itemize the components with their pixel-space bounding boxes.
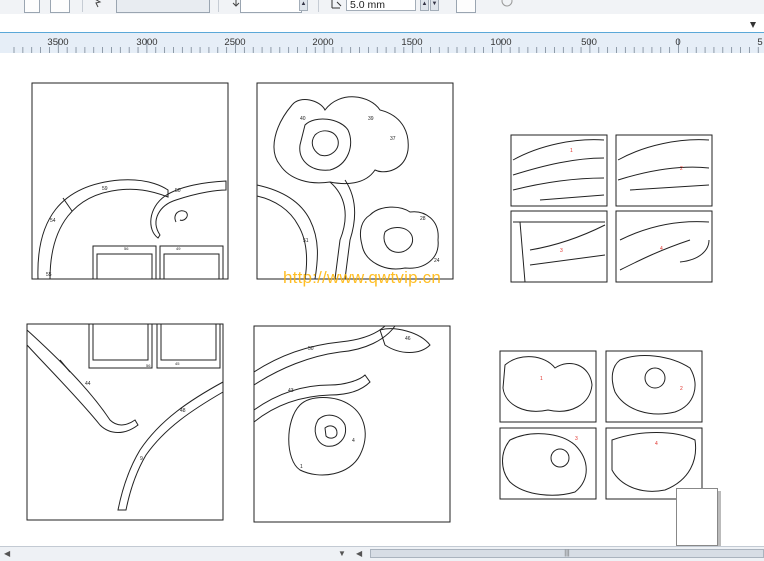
part-label: 49: [176, 246, 181, 251]
thumb-label: 1: [540, 376, 543, 382]
pointer-icon[interactable]: [90, 0, 108, 11]
thumb-label: 2: [680, 166, 683, 172]
ruler-label: 2000: [312, 37, 334, 48]
ruler-label: 1000: [490, 37, 512, 48]
duplicate-distance-button[interactable]: [456, 0, 476, 13]
part-label: 24: [434, 258, 440, 264]
thumb-label: 4: [655, 441, 658, 447]
part-label: 37: [390, 136, 396, 142]
ruler-label: 500: [581, 37, 597, 48]
scroll-left-icon[interactable]: ◀: [356, 549, 362, 558]
drawing-canvas[interactable]: 59 50 54 55 56 49 40 39 37 51 28 24 44 4…: [0, 53, 764, 546]
part-label: 51: [303, 238, 309, 244]
property-bar: ▲ 5.0 mm ▲ ▼: [0, 0, 764, 15]
page-icon-button[interactable]: [24, 0, 40, 13]
ruler-label: 3000: [136, 37, 158, 48]
page-thumbnail[interactable]: [676, 488, 718, 546]
nudge-distance-input[interactable]: 5.0 mm: [346, 0, 416, 11]
ruler-label: 3500: [47, 37, 69, 48]
thumb-label: 3: [575, 436, 578, 442]
pattern-panel-vine[interactable]: 44 48 56 45 9: [26, 323, 224, 521]
ruler-ticks: [13, 39, 759, 53]
thumb-label: 1: [570, 148, 573, 154]
scrollbar-thumb[interactable]: |||: [370, 549, 764, 558]
part-label: 56: [124, 246, 129, 251]
grid-icon-button[interactable]: [50, 0, 70, 13]
scroll-left-icon[interactable]: ◀: [4, 549, 10, 558]
watermark-text: http://www.qwtvip.cn: [283, 268, 442, 287]
part-label: 55: [46, 272, 52, 278]
pattern-panel-rose-large[interactable]: 40 39 37 51 28 24: [256, 82, 454, 280]
thumb-label: 2: [680, 386, 683, 392]
pattern-panel-scroll[interactable]: 59 50 54 55 56 49: [31, 82, 229, 280]
part-label: 45: [175, 361, 180, 366]
toolbar-band: [0, 14, 764, 32]
part-label: 39: [368, 116, 374, 122]
thumb-label: 3: [560, 248, 563, 254]
part-label: 56: [146, 363, 151, 368]
part-label: 28: [420, 216, 426, 222]
part-label: 9: [140, 456, 143, 462]
part-label: 40: [300, 116, 306, 122]
ruler-label: 2500: [224, 37, 246, 48]
ruler-label: 5: [757, 37, 763, 48]
part-label: 43: [288, 388, 294, 394]
angle-input[interactable]: [240, 0, 302, 13]
toolbar-separator: [318, 0, 319, 12]
units-dropdown[interactable]: [116, 0, 210, 13]
thumb-label: 4: [660, 246, 663, 252]
nudge-icon: [330, 0, 344, 13]
angle-spin-icon[interactable]: ▲: [299, 0, 308, 11]
part-label: 44: [85, 381, 91, 387]
thumbnail-group-top[interactable]: 1 2 3 4: [510, 134, 713, 283]
part-label: 50: [308, 346, 314, 352]
ruler-label: 1500: [401, 37, 423, 48]
thumbnail-group-bottom[interactable]: 1 2 3 4: [499, 350, 703, 500]
part-label: 4: [352, 438, 355, 444]
ruler-label: 0: [675, 37, 681, 48]
part-label: 1: [300, 464, 303, 470]
toolbar-separator: [82, 0, 83, 12]
pattern-panel-rose-small[interactable]: 50 46 43 4 1: [253, 325, 451, 523]
part-label: 50: [175, 188, 181, 194]
page-nav-arrow-icon[interactable]: ▼: [338, 549, 346, 558]
part-label: 59: [102, 186, 108, 192]
part-label: 48: [180, 408, 186, 414]
nudge-up-icon[interactable]: ▲: [420, 0, 429, 11]
nudge-down-icon[interactable]: ▼: [430, 0, 439, 11]
horizontal-ruler[interactable]: 3500 3000 2500 2000 1500 1000 500 0 5: [0, 32, 764, 54]
info-icon[interactable]: [500, 0, 514, 11]
horizontal-scrollbar[interactable]: ◀ ▼ ◀ |||: [0, 546, 764, 561]
part-label: 46: [405, 336, 411, 342]
part-label: 54: [50, 218, 56, 224]
toolbar-separator: [218, 0, 219, 12]
